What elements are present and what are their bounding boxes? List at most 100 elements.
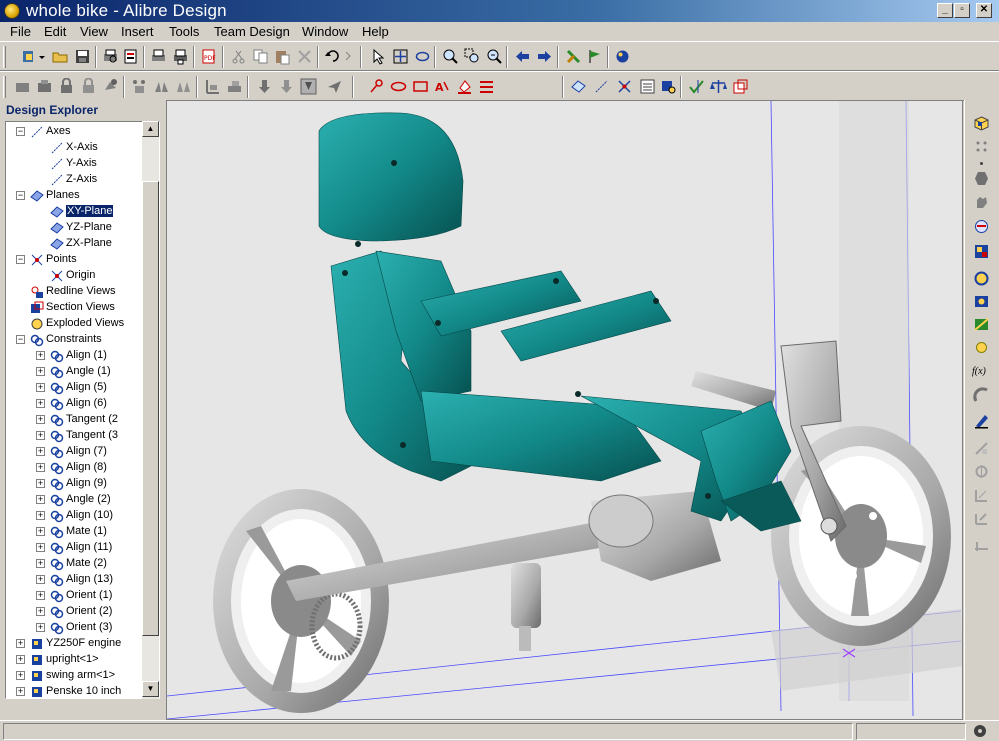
render-icon[interactable] <box>614 48 631 65</box>
expand-toggle[interactable]: + <box>36 399 45 408</box>
point-tool-icon[interactable] <box>616 78 633 95</box>
tree-item[interactable]: − Planes <box>6 188 146 204</box>
save-icon[interactable] <box>74 48 91 65</box>
tree-item[interactable]: Y-Axis <box>6 156 146 172</box>
tree-item[interactable]: + upright<1> <box>6 652 146 668</box>
sketch-pencil-icon[interactable] <box>973 412 990 429</box>
undo-icon[interactable] <box>324 48 341 65</box>
expand-toggle[interactable]: + <box>36 447 45 456</box>
menu-tools[interactable]: Tools <box>169 24 199 39</box>
tree-item[interactable]: + Orient (1) <box>6 588 146 604</box>
print-icon[interactable] <box>150 48 167 65</box>
minimize-button[interactable]: _ <box>937 3 953 18</box>
redline-ellipse-icon[interactable] <box>390 78 407 95</box>
tree-item[interactable]: + Angle (1) <box>6 364 146 380</box>
menu-team-design[interactable]: Team Design <box>214 24 290 39</box>
explorer-scrollbar[interactable]: ▲ ▼ <box>142 121 159 699</box>
redline-line-weight-icon[interactable] <box>478 78 495 95</box>
expand-toggle[interactable]: + <box>36 575 45 584</box>
menu-file[interactable]: File <box>10 24 31 39</box>
mirror-icon[interactable] <box>153 78 170 95</box>
scroll-thumb[interactable] <box>142 181 159 636</box>
tree-item[interactable]: + Align (7) <box>6 444 146 460</box>
expand-toggle[interactable]: + <box>16 687 25 696</box>
back-arrow-icon[interactable] <box>514 48 531 65</box>
expand-toggle[interactable]: + <box>36 479 45 488</box>
move-part-icon[interactable] <box>102 78 119 95</box>
collapse-toggle[interactable]: − <box>16 255 25 264</box>
close-button[interactable]: ✕ <box>976 3 992 18</box>
insert-arrow-icon[interactable] <box>278 78 295 95</box>
expand-toggle[interactable]: + <box>36 511 45 520</box>
app-logo-icon[interactable] <box>4 3 20 19</box>
network-status-icon[interactable] <box>972 723 988 739</box>
grab-hand-icon[interactable] <box>973 193 990 210</box>
delete-icon[interactable] <box>296 48 313 65</box>
extend-icon[interactable] <box>973 537 990 554</box>
section-view-icon[interactable] <box>732 78 749 95</box>
tree-item[interactable]: + swing arm<1> <box>6 668 146 684</box>
print-setup-icon[interactable] <box>172 48 189 65</box>
expand-toggle[interactable]: + <box>36 607 45 616</box>
toolbar-grip[interactable] <box>3 46 6 68</box>
paste-icon[interactable] <box>274 48 291 65</box>
expand-toggle[interactable]: + <box>36 351 45 360</box>
tree-item[interactable]: X-Axis <box>6 140 146 156</box>
tree-item[interactable]: Z-Axis <box>6 172 146 188</box>
equation-editor-button[interactable]: f(x) <box>972 366 986 377</box>
print-preview-icon[interactable] <box>102 48 119 65</box>
menu-insert[interactable]: Insert <box>121 24 154 39</box>
tree-item[interactable]: + Mate (1) <box>6 524 146 540</box>
measure-icon[interactable] <box>973 387 990 404</box>
redo-icon[interactable] <box>344 48 352 65</box>
lock-part-icon[interactable] <box>80 78 97 95</box>
select-arrow-icon[interactable] <box>370 48 387 65</box>
texture-icon[interactable] <box>973 316 990 333</box>
assembly-tool-icon[interactable] <box>565 48 582 65</box>
cut-icon[interactable] <box>230 48 247 65</box>
expand-toggle[interactable]: + <box>36 463 45 472</box>
zoom-window-icon[interactable] <box>464 48 481 65</box>
lighting-icon[interactable] <box>973 339 990 356</box>
bill-of-materials-icon[interactable] <box>639 78 656 95</box>
grid-dots-icon[interactable] <box>973 138 990 155</box>
tree-item[interactable]: + Orient (3) <box>6 620 146 636</box>
zoom-icon[interactable] <box>442 48 459 65</box>
tree-item[interactable]: − Constraints <box>6 332 146 348</box>
tree-item[interactable]: XY-Plane <box>6 204 146 220</box>
expand-toggle[interactable]: + <box>36 623 45 632</box>
scroll-down-button[interactable]: ▼ <box>142 681 159 697</box>
tree-item[interactable]: Section Views <box>6 300 146 316</box>
expand-toggle[interactable]: + <box>36 431 45 440</box>
tree-item[interactable]: + Align (1) <box>6 348 146 364</box>
rotate-icon[interactable] <box>414 48 431 65</box>
appearance-icon[interactable] <box>973 293 990 310</box>
redline-text-icon[interactable]: A <box>434 78 451 95</box>
expand-toggle[interactable]: + <box>36 367 45 376</box>
axis-tool-icon[interactable] <box>593 78 610 95</box>
expand-toggle[interactable]: + <box>36 495 45 504</box>
tree-item[interactable]: YZ-Plane <box>6 220 146 236</box>
menu-window[interactable]: Window <box>302 24 348 39</box>
tree-item[interactable]: + Tangent (3 <box>6 428 146 444</box>
anchor-part-icon[interactable] <box>58 78 75 95</box>
tree-item[interactable]: Redline Views <box>6 284 146 300</box>
expand-toggle[interactable]: + <box>16 639 25 648</box>
expand-toggle[interactable]: + <box>36 591 45 600</box>
tree-item[interactable]: + Align (6) <box>6 396 146 412</box>
menu-help[interactable]: Help <box>362 24 389 39</box>
collapse-toggle[interactable]: − <box>16 335 25 344</box>
trim-icon[interactable] <box>973 510 990 527</box>
scroll-up-button[interactable]: ▲ <box>142 121 159 137</box>
tree-item[interactable]: − Points <box>6 252 146 268</box>
tree-item[interactable]: + Angle (2) <box>6 492 146 508</box>
collapse-toggle[interactable]: − <box>16 191 25 200</box>
expand-toggle[interactable]: + <box>36 559 45 568</box>
pattern-icon[interactable] <box>131 78 148 95</box>
tree-item[interactable]: + Tangent (2 <box>6 412 146 428</box>
tree-item[interactable]: + Align (10) <box>6 508 146 524</box>
constraint-tool-icon[interactable] <box>973 218 990 235</box>
toolbar-grip[interactable] <box>3 76 6 98</box>
redline-fill-icon[interactable] <box>456 78 473 95</box>
tree-item[interactable]: + Align (8) <box>6 460 146 476</box>
